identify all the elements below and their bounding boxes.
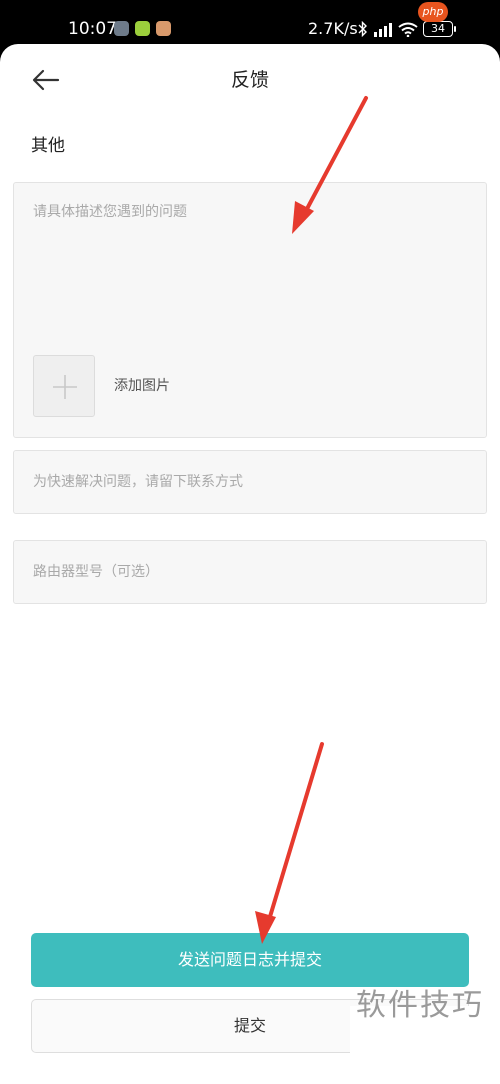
php-watermark: php [418, 2, 448, 22]
send-log-button[interactable]: 发送问题日志并提交 [31, 933, 469, 987]
feedback-screen: 反馈 其他 请具体描述您遇到的问题 添加图片 为快速解决问题，请留下联系方式 路… [0, 44, 500, 1084]
site-watermark: 软件技巧 [356, 988, 484, 1023]
add-image-button[interactable] [33, 355, 95, 417]
app-notification-icon [135, 21, 150, 36]
page-title: 反馈 [230, 69, 269, 91]
battery-icon: 34 [423, 21, 456, 37]
status-bar: 10:07 2.7K/s 34 php [0, 0, 500, 44]
contact-input[interactable]: 为快速解决问题，请留下联系方式 [13, 450, 487, 514]
wifi-icon [398, 22, 418, 37]
section-title: 其他 [31, 136, 65, 156]
description-textarea[interactable]: 请具体描述您遇到的问题 添加图片 [13, 182, 487, 438]
status-time: 10:07 [68, 19, 117, 39]
router-model-placeholder: 路由器型号（可选） [33, 564, 159, 580]
network-speed: 2.7K/s [308, 19, 358, 38]
description-placeholder: 请具体描述您遇到的问题 [33, 204, 187, 220]
app-notification-icon [156, 21, 171, 36]
signal-icon [374, 22, 392, 37]
add-image-label: 添加图片 [114, 378, 170, 394]
app-notification-icon [114, 21, 129, 36]
router-model-input[interactable]: 路由器型号（可选） [13, 540, 487, 604]
contact-placeholder: 为快速解决问题，请留下联系方式 [33, 474, 243, 490]
plus-icon [53, 375, 77, 399]
status-app-icons [114, 21, 171, 36]
bluetooth-icon [358, 21, 367, 37]
